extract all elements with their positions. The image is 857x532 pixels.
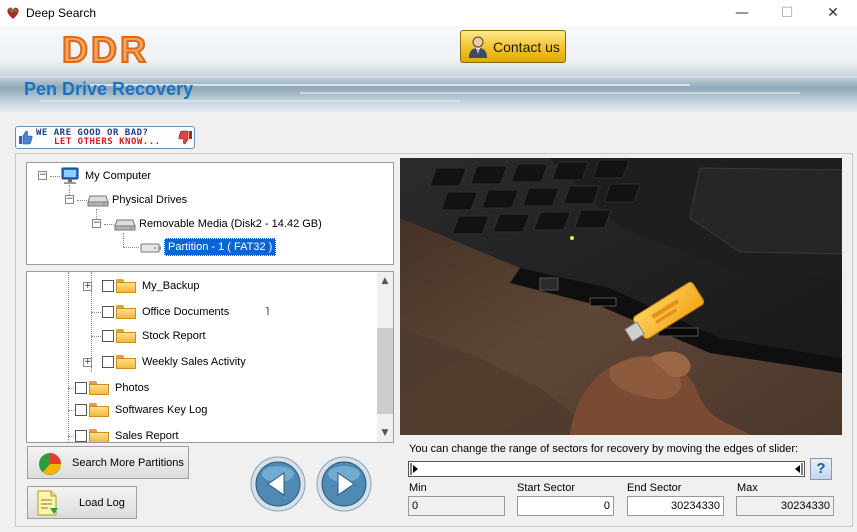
back-button[interactable] bbox=[250, 456, 306, 512]
folder-icon bbox=[89, 381, 109, 395]
removable-drive-icon bbox=[114, 217, 136, 234]
folder-item-label[interactable]: Softwares Key Log bbox=[115, 404, 207, 416]
computer-icon bbox=[60, 167, 80, 188]
search-more-partitions-label: Search More Partitions bbox=[72, 457, 184, 469]
drive-tree[interactable]: − My Computer − Physical Drives − Remova… bbox=[26, 162, 394, 265]
scroll-down-arrow[interactable]: ▼ bbox=[377, 426, 393, 440]
folder-checkbox[interactable] bbox=[75, 382, 87, 394]
feedback-button[interactable]: WE ARE GOOD OR BAD? LET OTHERS KNOW... bbox=[15, 126, 195, 149]
slider-hint: You can change the range of sectors for … bbox=[409, 443, 799, 455]
folder-checkbox[interactable] bbox=[102, 330, 114, 342]
minimize-button[interactable]: — bbox=[719, 0, 765, 26]
folder-checkbox[interactable] bbox=[75, 404, 87, 416]
title-bar: Deep Search — ☐ ✕ bbox=[0, 0, 857, 27]
folder-tree[interactable]: + My_Backup Office Documents ˥ Stock Rep… bbox=[26, 271, 394, 443]
thumbs-up-icon bbox=[18, 130, 33, 148]
close-button[interactable]: ✕ bbox=[810, 0, 856, 26]
tree-physical-drives[interactable]: Physical Drives bbox=[112, 194, 187, 206]
min-label: Min bbox=[409, 482, 427, 494]
folder-checkbox[interactable] bbox=[102, 356, 114, 368]
folder-icon bbox=[89, 403, 109, 417]
arrow-right-icon bbox=[316, 456, 372, 512]
folder-item-label[interactable]: Office Documents bbox=[142, 306, 229, 318]
person-icon bbox=[467, 35, 489, 59]
product-name: Pen Drive Recovery bbox=[24, 79, 194, 99]
tree-expander[interactable]: − bbox=[65, 195, 74, 204]
folder-icon bbox=[116, 355, 136, 369]
max-field: 30234330 bbox=[736, 496, 834, 516]
tree-expander[interactable]: + bbox=[83, 282, 92, 291]
partition-icon bbox=[140, 240, 162, 257]
log-file-icon bbox=[36, 490, 60, 519]
folder-icon bbox=[89, 429, 109, 442]
start-sector-input[interactable]: 0 bbox=[517, 496, 614, 516]
end-sector-input[interactable]: 30234330 bbox=[627, 496, 724, 516]
folder-item-label[interactable]: Stock Report bbox=[142, 330, 206, 342]
folder-checkbox[interactable] bbox=[102, 280, 114, 292]
end-sector-label: End Sector bbox=[627, 482, 682, 494]
folder-icon bbox=[116, 279, 136, 293]
load-log-button[interactable]: Load Log bbox=[27, 486, 137, 519]
slider-right-handle[interactable] bbox=[793, 463, 803, 478]
next-button[interactable] bbox=[316, 456, 372, 512]
folder-item-label[interactable]: Photos bbox=[115, 382, 149, 394]
maximize-button[interactable]: ☐ bbox=[764, 0, 810, 26]
folder-icon bbox=[116, 305, 136, 319]
max-label: Max bbox=[737, 482, 758, 494]
tree-my-computer[interactable]: My Computer bbox=[85, 170, 151, 182]
folder-item-label[interactable]: Weekly Sales Activity bbox=[142, 356, 246, 368]
tree-partition-selected[interactable]: Partition - 1 ( FAT32 ) bbox=[164, 238, 277, 256]
sector-range-slider[interactable] bbox=[408, 461, 805, 477]
search-more-partitions-button[interactable]: Search More Partitions bbox=[27, 446, 189, 479]
arrow-left-icon bbox=[250, 456, 306, 512]
folder-icon bbox=[116, 329, 136, 343]
min-field: 0 bbox=[408, 496, 505, 516]
folder-item-label[interactable]: Sales Report bbox=[115, 430, 179, 442]
folder-checkbox[interactable] bbox=[102, 306, 114, 318]
scrollbar-thumb[interactable] bbox=[377, 328, 393, 414]
tree-expander[interactable]: + bbox=[83, 358, 92, 367]
folder-item-label[interactable]: My_Backup bbox=[142, 280, 199, 292]
tree-removable-media[interactable]: Removable Media (Disk2 - 14.42 GB) bbox=[139, 218, 322, 230]
folder-checkbox[interactable] bbox=[75, 430, 87, 442]
pie-chart-icon bbox=[37, 451, 63, 480]
hard-drive-icon bbox=[87, 193, 109, 210]
scroll-up-arrow[interactable]: ▲ bbox=[377, 274, 393, 288]
tree-expander[interactable]: − bbox=[92, 219, 101, 228]
load-log-label: Load Log bbox=[79, 497, 125, 509]
stray-mark: ˥ bbox=[265, 306, 270, 318]
help-button[interactable]: ? bbox=[810, 458, 832, 480]
thumbs-down-icon bbox=[178, 130, 193, 148]
header-banner: DDR Pen Drive Recovery Contact us bbox=[0, 26, 857, 112]
tree-expander[interactable]: − bbox=[38, 171, 47, 180]
start-sector-label: Start Sector bbox=[517, 482, 576, 494]
window-title: Deep Search bbox=[26, 6, 97, 20]
contact-us-label: Contact us bbox=[493, 39, 560, 55]
pen-drive-photo bbox=[400, 158, 842, 435]
feedback-line-2: LET OTHERS KNOW... bbox=[54, 137, 161, 147]
app-icon bbox=[6, 6, 20, 20]
contact-us-button[interactable]: Contact us bbox=[460, 30, 566, 63]
brand-logo: DDR bbox=[61, 28, 149, 71]
slider-left-handle[interactable] bbox=[410, 463, 420, 478]
